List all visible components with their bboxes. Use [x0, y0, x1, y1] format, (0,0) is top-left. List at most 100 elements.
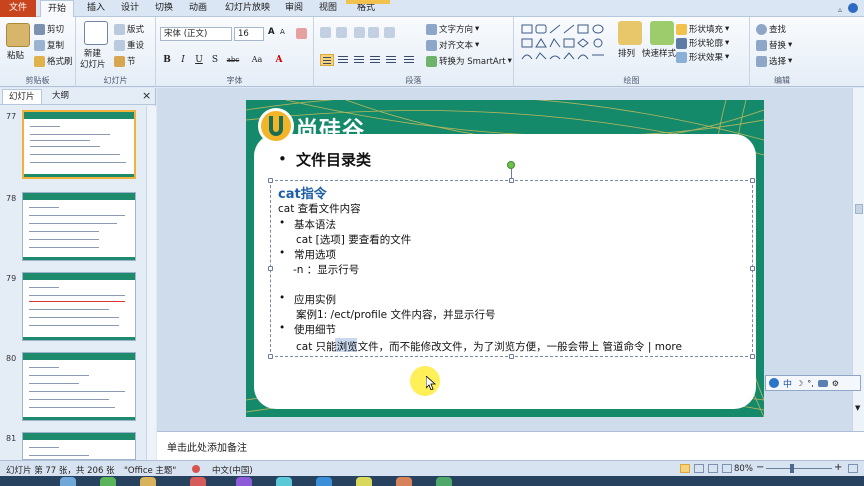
next-slide-icon[interactable]: ▼ [855, 404, 860, 412]
slideshow-view-icon[interactable] [722, 464, 732, 473]
content-line[interactable]: cat 只能浏览文件，而不能修改文件，为了浏览方便，一般会带上 管道命令 | m… [296, 339, 682, 354]
taskbar-app-icon[interactable] [356, 477, 372, 486]
section-button[interactable]: 节 [114, 55, 136, 67]
taskbar-app-icon[interactable] [190, 477, 206, 486]
arrange-icon[interactable] [618, 21, 642, 45]
normal-view-icon[interactable] [680, 464, 690, 473]
increase-indent-icon[interactable] [368, 27, 379, 38]
grow-font-button[interactable]: A [268, 27, 275, 37]
taskbar-app-icon[interactable] [276, 477, 292, 486]
text-direction-button[interactable]: 文字方向 ▾ [426, 23, 479, 35]
underline-button[interactable]: U [192, 54, 206, 66]
tab-slides-panel[interactable]: 幻灯片 [2, 89, 42, 104]
layout-button[interactable]: 版式 [114, 23, 144, 35]
ime-language-label[interactable]: 中 [783, 377, 792, 390]
shape-outline-button[interactable]: 形状轮廓 ▾ [676, 37, 729, 49]
shadow-button[interactable]: S [208, 54, 222, 66]
tab-view[interactable]: 视图 [312, 0, 344, 17]
tab-file[interactable]: 文件 [0, 0, 36, 17]
slide-thumbnail[interactable] [22, 272, 136, 341]
paste-button[interactable]: 粘贴 [7, 49, 24, 61]
taskbar-app-icon[interactable] [100, 477, 116, 486]
decrease-indent-icon[interactable] [354, 27, 365, 38]
taskbar-app-icon[interactable] [60, 477, 76, 486]
font-color-button[interactable]: A [272, 54, 286, 66]
tab-slideshow[interactable]: 幻灯片放映 [218, 0, 277, 17]
close-panel-icon[interactable]: × [142, 89, 151, 102]
tab-animations[interactable]: 动画 [182, 0, 214, 17]
tab-review[interactable]: 审阅 [278, 0, 310, 17]
reading-view-icon[interactable] [708, 464, 718, 473]
replace-button[interactable]: 替换 ▾ [756, 39, 792, 51]
paste-icon[interactable] [6, 23, 30, 47]
taskbar-app-icon[interactable] [396, 477, 412, 486]
ime-moon-icon[interactable]: ☽ [796, 379, 803, 388]
tab-outline-panel[interactable]: 大纲 [46, 89, 75, 104]
new-slide-icon[interactable] [84, 21, 108, 45]
cut-button[interactable]: 剪切 [34, 23, 64, 35]
thumbnail-scrollbar[interactable] [146, 106, 156, 460]
taskbar-app-icon[interactable] [316, 477, 332, 486]
zoom-out-icon[interactable]: − [756, 462, 764, 473]
spellcheck-icon[interactable] [192, 465, 200, 473]
align-left-button[interactable] [320, 54, 334, 66]
slide-thumbnail[interactable] [22, 192, 136, 261]
shrink-font-button[interactable]: A [280, 28, 285, 36]
copy-button[interactable]: 复制 [34, 39, 64, 51]
italic-button[interactable]: I [176, 54, 190, 66]
bullets-icon[interactable] [320, 27, 331, 38]
change-case-button[interactable]: Aa [248, 54, 266, 66]
resize-handle[interactable] [509, 354, 514, 359]
shapes-gallery[interactable] [520, 23, 610, 65]
zoom-slider[interactable] [766, 468, 832, 469]
quick-styles-button[interactable]: 快速样式 [642, 47, 676, 59]
language-status[interactable]: 中文(中国) [212, 464, 253, 476]
distributed-button[interactable] [384, 54, 398, 66]
bold-button[interactable]: B [160, 54, 174, 66]
resize-handle[interactable] [509, 178, 514, 183]
slide-sorter-view-icon[interactable] [694, 464, 704, 473]
align-text-button[interactable]: 对齐文本 ▾ [426, 39, 479, 51]
taskbar-app-icon[interactable] [436, 477, 452, 486]
select-button[interactable]: 选择 ▾ [756, 55, 792, 67]
notes-placeholder[interactable]: 单击此处添加备注 [167, 439, 247, 454]
content-line[interactable]: 案例1: /ect/profile 文件内容，并显示行号 [296, 307, 495, 322]
quick-styles-icon[interactable] [650, 21, 674, 45]
zoom-in-icon[interactable]: + [834, 462, 842, 473]
resize-handle[interactable] [268, 178, 273, 183]
slide-thumbnail[interactable] [22, 110, 136, 179]
shape-fill-button[interactable]: 形状填充 ▾ [676, 23, 729, 35]
notes-pane[interactable]: 单击此处添加备注 [157, 431, 864, 460]
font-size-combo[interactable]: 16 [234, 27, 264, 41]
taskbar-app-icon[interactable] [236, 477, 252, 486]
content-line[interactable]: cat [选项] 要查看的文件 [296, 232, 411, 247]
columns-button[interactable] [402, 54, 416, 66]
clear-formatting-icon[interactable] [296, 28, 307, 39]
taskbar-app-icon[interactable] [140, 477, 156, 486]
ime-keyboard-icon[interactable] [817, 379, 828, 387]
content-line[interactable]: 基本语法 [294, 217, 336, 232]
shape-effects-button[interactable]: 形状效果 ▾ [676, 51, 729, 63]
ime-punct-icon[interactable]: °, [807, 379, 814, 388]
resize-handle[interactable] [268, 354, 273, 359]
numbering-icon[interactable] [336, 27, 347, 38]
line-spacing-icon[interactable] [384, 27, 395, 38]
resize-handle[interactable] [268, 266, 273, 271]
rotation-handle[interactable] [507, 161, 515, 169]
resize-handle[interactable] [750, 266, 755, 271]
content-heading[interactable]: cat指令 [278, 183, 327, 202]
reset-button[interactable]: 重设 [114, 39, 144, 51]
slide-title[interactable]: 文件目录类 [296, 149, 371, 170]
tab-home[interactable]: 开始 [40, 0, 75, 18]
content-line[interactable]: 常用选项 [294, 247, 336, 262]
align-right-button[interactable] [352, 54, 366, 66]
tab-transitions[interactable]: 切换 [148, 0, 180, 17]
find-button[interactable]: 查找 [756, 23, 786, 35]
scroll-thumb[interactable] [855, 204, 863, 214]
tab-design[interactable]: 设计 [114, 0, 146, 17]
content-line[interactable]: -n ：显示行号 [293, 262, 359, 277]
zoom-slider-thumb[interactable] [790, 464, 794, 473]
justify-button[interactable] [368, 54, 382, 66]
resize-handle[interactable] [750, 178, 755, 183]
new-slide-button-label[interactable]: 幻灯片 [80, 58, 106, 70]
